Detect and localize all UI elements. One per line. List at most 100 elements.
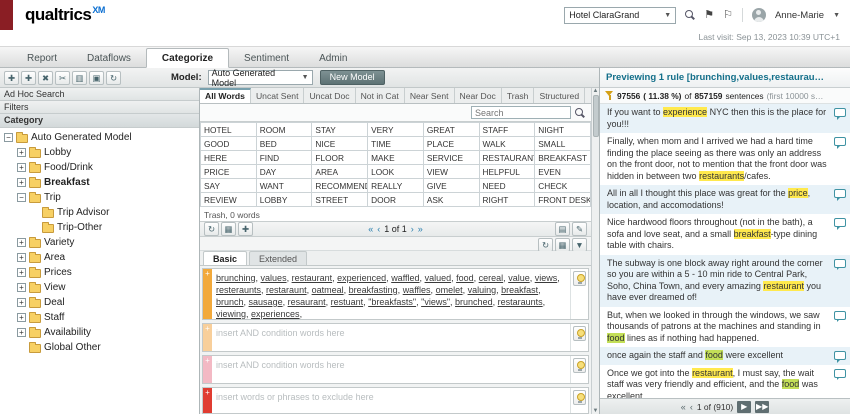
scrollbar-thumb[interactable] [593, 95, 599, 137]
comment-bubble-icon[interactable] [834, 351, 846, 360]
tree-item-trip-other[interactable]: Trip-Other [0, 220, 199, 235]
word-cell-place[interactable]: PLACE [423, 137, 479, 151]
comment-bubble-icon[interactable] [834, 369, 846, 378]
sentence-item[interactable]: All in all I thought this place was grea… [600, 185, 850, 214]
words-search-input[interactable] [471, 106, 571, 119]
expand-icon[interactable]: + [17, 328, 26, 337]
word-cell-bed[interactable]: BED [256, 137, 312, 151]
refresh-icon[interactable]: ↻ [106, 71, 121, 85]
tree-item-food-drink[interactable]: +Food/Drink [0, 160, 199, 175]
or-word[interactable]: restaurant [292, 273, 333, 283]
or-word[interactable]: viewing [216, 309, 246, 319]
word-cell-ask[interactable]: ASK [423, 193, 479, 207]
word-cell-great[interactable]: GREAT [423, 123, 479, 137]
or-word[interactable]: valuing [468, 285, 497, 295]
next-page-icon[interactable]: › [411, 225, 414, 234]
word-tab-trash[interactable]: Trash [502, 88, 535, 103]
comment-bubble-icon[interactable] [834, 108, 846, 117]
word-cell-time[interactable]: TIME [368, 137, 424, 151]
or-word[interactable]: brunch [216, 297, 244, 307]
prev-page-icon[interactable]: ‹ [690, 402, 693, 412]
tree-item-prices[interactable]: +Prices [0, 265, 199, 280]
word-cell-stay[interactable]: STAY [312, 123, 368, 137]
or-word[interactable]: oatmeal [312, 285, 344, 295]
edit-icon[interactable]: ✎ [572, 222, 587, 236]
or-word[interactable]: restaraunt [266, 285, 307, 295]
comment-bubble-icon[interactable] [834, 311, 846, 320]
word-cell-restaurant[interactable]: RESTAURANT [479, 151, 535, 165]
undo-icon[interactable]: ↻ [538, 238, 553, 252]
comment-bubble-icon[interactable] [834, 137, 846, 146]
model-select[interactable]: Auto Generated Model ▼ [208, 70, 313, 85]
or-words-box[interactable]: brunching, values, restaurant, experienc… [212, 269, 570, 319]
tree-item-global-other[interactable]: Global Other [0, 340, 199, 355]
or-word[interactable]: resteraunts [216, 285, 261, 295]
tab-categorize[interactable]: Categorize [146, 48, 229, 68]
flag-icon[interactable]: ⚑ [704, 10, 714, 21]
refresh-icon[interactable]: ↻ [204, 222, 219, 236]
word-cell-review[interactable]: REVIEW [201, 193, 257, 207]
last-page-icon[interactable]: ▶▶ [755, 401, 769, 413]
or-word[interactable]: values [261, 273, 287, 283]
word-cell-small[interactable]: SMALL [535, 137, 591, 151]
add-child-category-icon[interactable]: ✚ [21, 71, 36, 85]
word-cell-price[interactable]: PRICE [201, 165, 257, 179]
word-cell-nice[interactable]: NICE [312, 137, 368, 151]
rule-tab-basic[interactable]: Basic [203, 251, 247, 265]
word-cell-want[interactable]: WANT [256, 179, 312, 193]
search-icon[interactable] [575, 108, 585, 118]
word-cell-make[interactable]: MAKE [368, 151, 424, 165]
word-tab-uncat-sent[interactable]: Uncat Sent [251, 88, 305, 103]
or-word[interactable]: restaraunts [498, 297, 543, 307]
lightbulb-icon[interactable] [573, 271, 586, 286]
word-cell-door[interactable]: DOOR [368, 193, 424, 207]
word-cell-right[interactable]: RIGHT [479, 193, 535, 207]
or-word[interactable]: experiences [251, 309, 300, 319]
comment-bubble-icon[interactable] [834, 259, 846, 268]
word-cell-front-desk[interactable]: FRONT DESK [535, 193, 591, 207]
word-tab-near-sent[interactable]: Near Sent [405, 88, 455, 103]
word-cell-day[interactable]: DAY [256, 165, 312, 179]
or-word[interactable]: brunching [216, 273, 256, 283]
or-word[interactable]: cereal [479, 273, 504, 283]
word-cell-good[interactable]: GOOD [201, 137, 257, 151]
or-word[interactable]: breakfasting [349, 285, 398, 295]
word-cell-find[interactable]: FIND [256, 151, 312, 165]
or-word[interactable]: food [456, 273, 474, 283]
tab-sentiment[interactable]: Sentiment [229, 49, 304, 67]
word-cell-really[interactable]: REALLY [368, 179, 424, 193]
word-cell-helpful[interactable]: HELPFUL [479, 165, 535, 179]
tree-item-auto-generated-model[interactable]: −Auto Generated Model [0, 130, 199, 145]
word-cell-breakfast[interactable]: BREAKFAST [535, 151, 591, 165]
word-cell-walk[interactable]: WALK [479, 137, 535, 151]
account-select[interactable]: Hotel ClaraGrand ▼ [564, 7, 676, 24]
and-condition-box-1[interactable]: insert AND condition words here [212, 324, 570, 351]
delete-category-icon[interactable]: ✖ [38, 71, 53, 85]
first-page-icon[interactable]: « [681, 402, 686, 412]
or-word[interactable]: waffled [391, 273, 419, 283]
expand-icon[interactable]: + [17, 163, 26, 172]
or-word[interactable]: valued [425, 273, 452, 283]
word-tab-uncat-doc[interactable]: Uncat Doc [304, 88, 355, 103]
sentence-item[interactable]: Once we got into the restaurant, I must … [600, 365, 850, 399]
search-icon[interactable] [685, 10, 695, 20]
add-icon[interactable]: ✚ [238, 222, 253, 236]
word-cell-look[interactable]: LOOK [368, 165, 424, 179]
word-tab-all-words[interactable]: All Words [200, 88, 251, 103]
user-name[interactable]: Anne-Marie [775, 10, 824, 21]
exclude-rule-handle[interactable]: + [203, 388, 212, 413]
add-category-icon[interactable]: ✚ [4, 71, 19, 85]
word-cell-give[interactable]: GIVE [423, 179, 479, 193]
word-tab-not-in-cat[interactable]: Not in Cat [356, 88, 405, 103]
tree-item-trip-advisor[interactable]: Trip Advisor [0, 205, 199, 220]
tree-item-availability[interactable]: +Availability [0, 325, 199, 340]
first-page-icon[interactable]: « [368, 225, 373, 234]
tree-item-variety[interactable]: +Variety [0, 235, 199, 250]
table-icon[interactable]: ▦ [555, 238, 570, 252]
expand-icon[interactable]: + [17, 253, 26, 262]
or-word[interactable]: waffles [403, 285, 431, 295]
word-cell-view[interactable]: VIEW [423, 165, 479, 179]
or-word[interactable]: sausage [249, 297, 283, 307]
lightbulb-icon[interactable] [573, 390, 586, 405]
tab-report[interactable]: Report [12, 49, 72, 67]
